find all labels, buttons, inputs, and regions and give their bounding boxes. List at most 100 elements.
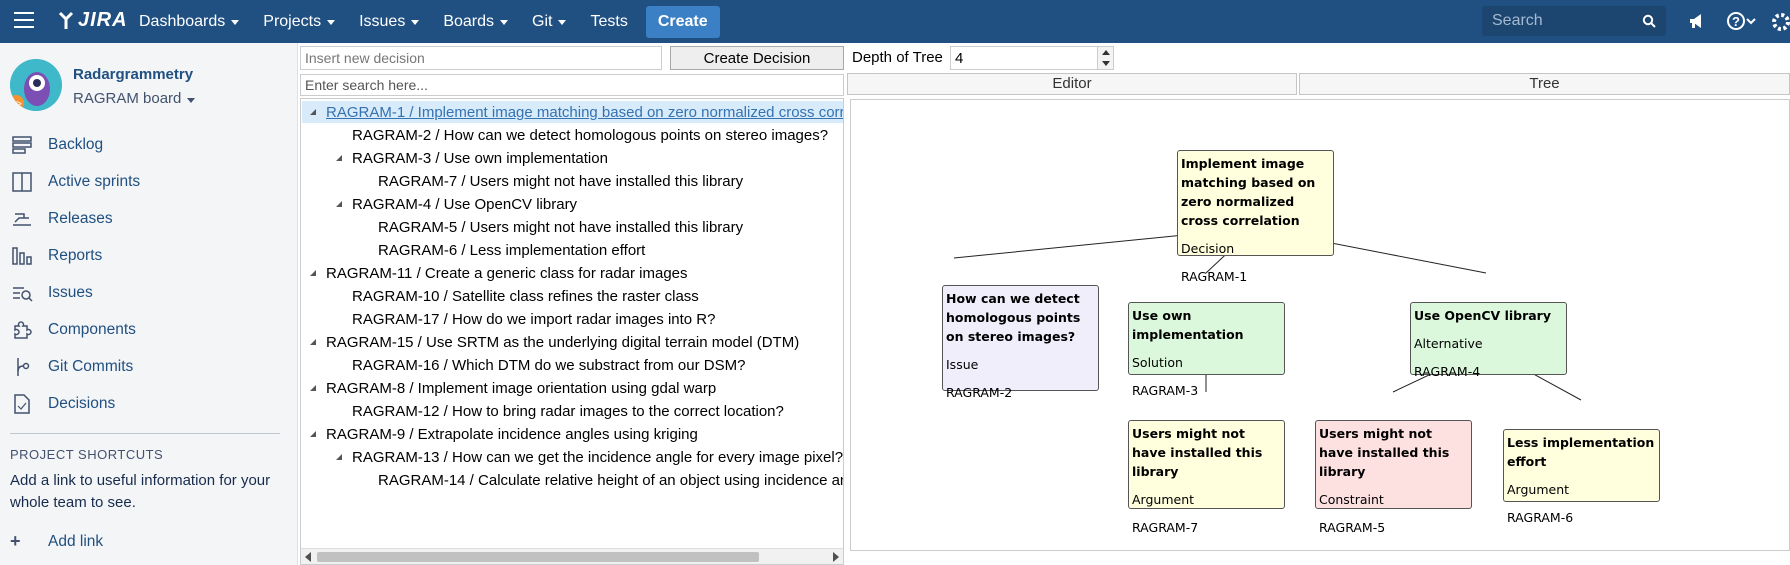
megaphone-icon[interactable]	[1687, 11, 1707, 31]
tab-editor[interactable]: Editor	[847, 73, 1297, 95]
menu-boards[interactable]: Boards	[443, 13, 509, 31]
node-type: Constraint	[1319, 492, 1384, 507]
issues-icon	[10, 282, 34, 304]
sidebar-item-git-commits[interactable]: Git Commits	[10, 352, 280, 382]
tree-row[interactable]: RAGRAM-13 / How can we get the incidence…	[336, 446, 843, 468]
tree-row[interactable]: RAGRAM-9 / Extrapolate incidence angles …	[310, 423, 698, 445]
tree-row[interactable]: RAGRAM-4 / Use OpenCV library	[336, 193, 577, 215]
chevron-down-icon	[187, 97, 196, 103]
expand-arrow-icon[interactable]	[336, 155, 342, 161]
tree-row-text: RAGRAM-1 / Implement image matching base…	[326, 103, 844, 121]
create-button[interactable]: Create	[645, 5, 720, 38]
add-link-label: Add link	[48, 532, 104, 550]
sidebar-item-releases[interactable]: Releases	[10, 204, 280, 234]
tree-row[interactable]: RAGRAM-6 / Less implementation effort	[362, 239, 645, 261]
menu-tests[interactable]: Tests	[590, 13, 627, 31]
tree-row[interactable]: RAGRAM-17 / How do we import radar image…	[336, 308, 715, 330]
expand-arrow-icon[interactable]	[310, 431, 316, 437]
node-type: Argument	[1132, 492, 1195, 507]
project-avatar[interactable]: <>	[10, 59, 62, 111]
menu-projects[interactable]: Projects	[263, 13, 336, 31]
spin-up-icon[interactable]	[1098, 47, 1113, 58]
tree-row-text: RAGRAM-2 / How can we detect homologous …	[352, 126, 829, 144]
expand-arrow-icon[interactable]	[310, 270, 316, 276]
graph-node-ragram-4[interactable]: Use OpenCV library Alternative RAGRAM-4	[1410, 302, 1567, 379]
tab-tree[interactable]: Tree	[1299, 73, 1790, 95]
graph-node-ragram-2[interactable]: How can we detect homologous points on s…	[942, 285, 1099, 400]
tree-row[interactable]: RAGRAM-14 / Calculate relative height of…	[362, 469, 843, 491]
scrollbar-thumb[interactable]	[317, 552, 759, 562]
tree-row-text: RAGRAM-4 / Use OpenCV library	[352, 195, 578, 213]
tree-row[interactable]: RAGRAM-15 / Use SRTM as the underlying d…	[310, 331, 799, 353]
sidebar-item-issues[interactable]: Issues	[10, 278, 280, 308]
tree-row[interactable]: RAGRAM-12 / How to bring radar images to…	[336, 400, 784, 422]
sidebar-item-backlog[interactable]: Backlog	[10, 130, 280, 160]
help-icon[interactable]: ?	[1726, 11, 1756, 31]
sidebar-item-decisions[interactable]: Decisions	[10, 389, 280, 419]
jira-logo[interactable]: JIRA	[56, 9, 128, 32]
tree-row[interactable]: RAGRAM-7 / Users might not have installe…	[362, 170, 743, 192]
spin-down-icon[interactable]	[1098, 58, 1113, 69]
tree-row-text: RAGRAM-9 / Extrapolate incidence angles …	[326, 425, 698, 443]
board-selector[interactable]: RAGRAM board	[73, 90, 196, 107]
tree-row[interactable]: RAGRAM-16 / Which DTM do we substract fr…	[336, 354, 745, 376]
chevron-down-icon	[558, 20, 567, 25]
sidebar-item-reports[interactable]: Reports	[10, 241, 280, 271]
graph-node-ragram-3[interactable]: Use own implementation Solution RAGRAM-3	[1128, 302, 1285, 398]
node-title: Use OpenCV library	[1414, 308, 1551, 323]
menu-label: Git	[532, 12, 553, 30]
logo-text: JIRA	[78, 9, 128, 31]
depth-of-tree-input[interactable]	[951, 47, 1091, 69]
graph-node-ragram-6[interactable]: Less implementation effort Argument RAGRAM…	[1503, 429, 1660, 525]
horizontal-scrollbar[interactable]	[301, 548, 843, 564]
tree-row-text: RAGRAM-16 / Which DTM do we substract fr…	[352, 356, 746, 374]
tree-row[interactable]: RAGRAM-8 / Implement image orientation u…	[310, 377, 716, 399]
search-icon[interactable]	[1642, 14, 1656, 28]
tree-row[interactable]: RAGRAM-2 / How can we detect homologous …	[336, 124, 828, 146]
expand-arrow-icon[interactable]	[336, 454, 342, 460]
sidebar-divider	[10, 433, 280, 434]
depth-of-tree-label: Depth of Tree	[852, 49, 943, 66]
menu-issues[interactable]: Issues	[359, 13, 420, 31]
main-menu: Dashboards Projects Issues Boards Git Te…	[139, 0, 720, 43]
board-name: RAGRAM board	[73, 90, 182, 107]
sidebar-item-label: Git Commits	[48, 358, 134, 375]
sidebar-item-components[interactable]: Components	[10, 315, 280, 345]
add-link-button[interactable]: + Add link	[10, 531, 103, 552]
node-type: Argument	[1507, 482, 1570, 497]
project-name[interactable]: Radargrammetry	[73, 66, 193, 83]
scroll-right-icon[interactable]	[833, 552, 839, 562]
tree-row-text: RAGRAM-6 / Less implementation effort	[378, 241, 646, 259]
search-input[interactable]	[1492, 12, 1642, 30]
decision-graph-canvas: Implement image matching based on zero n…	[850, 99, 1790, 551]
chevron-down-icon	[411, 20, 420, 25]
new-decision-input[interactable]	[300, 46, 662, 70]
menu-icon[interactable]	[14, 12, 34, 30]
node-key: RAGRAM-1	[1181, 269, 1248, 284]
menu-git[interactable]: Git	[532, 12, 567, 31]
menu-dashboards[interactable]: Dashboards	[139, 12, 240, 31]
create-decision-button[interactable]: Create Decision	[670, 46, 844, 70]
expand-arrow-icon[interactable]	[310, 339, 316, 345]
graph-node-ragram-7[interactable]: Users might not have installed this libr…	[1128, 420, 1285, 535]
tree-row-text: RAGRAM-17 / How do we import radar image…	[352, 310, 716, 328]
expand-arrow-icon[interactable]	[310, 109, 316, 115]
graph-node-ragram-5[interactable]: Users might not have installed this libr…	[1315, 420, 1472, 535]
tree-row[interactable]: RAGRAM-10 / Satellite class refines the …	[336, 285, 699, 307]
tree-row-text: RAGRAM-5 / Users might not have installe…	[378, 218, 744, 236]
tree-row[interactable]: RAGRAM-1 / Implement image matching base…	[302, 101, 844, 123]
menu-label: Dashboards	[139, 12, 226, 30]
graph-node-ragram-1[interactable]: Implement image matching based on zero n…	[1177, 150, 1334, 284]
expand-arrow-icon[interactable]	[336, 201, 342, 207]
reports-icon	[10, 245, 34, 267]
expand-arrow-icon[interactable]	[310, 385, 316, 391]
tree-row[interactable]: RAGRAM-3 / Use own implementation	[336, 147, 608, 169]
node-key: RAGRAM-3	[1132, 383, 1199, 398]
decision-workspace: Create Decision Depth of Tree RAGRAM-1 /…	[298, 43, 1790, 565]
sidebar-item-active-sprints[interactable]: Active sprints	[10, 167, 280, 197]
scroll-left-icon[interactable]	[305, 552, 311, 562]
tree-row[interactable]: RAGRAM-11 / Create a generic class for r…	[310, 262, 688, 284]
settings-gear-icon[interactable]	[1770, 11, 1790, 33]
tree-search-input[interactable]	[300, 74, 844, 96]
tree-row[interactable]: RAGRAM-5 / Users might not have installe…	[362, 216, 743, 238]
